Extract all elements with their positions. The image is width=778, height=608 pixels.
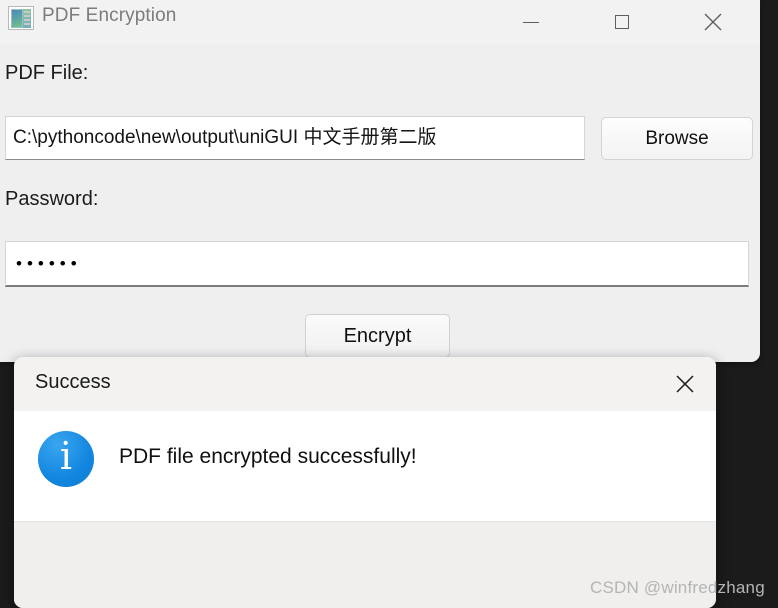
- info-icon: i: [38, 431, 94, 487]
- window-title: PDF Encryption: [42, 5, 177, 26]
- password-label: Password:: [5, 188, 99, 210]
- app-icon-line: [24, 15, 30, 17]
- maximize-button[interactable]: [599, 0, 645, 44]
- encrypt-button[interactable]: Encrypt: [305, 314, 450, 358]
- pdf-path-input[interactable]: C:\pythoncode\new\output\uniGUI 中文手册第二版: [5, 116, 585, 160]
- minimize-button[interactable]: [508, 0, 554, 44]
- dialog-title: Success: [35, 371, 111, 393]
- success-dialog: Success i PDF file encrypted successfull…: [14, 357, 716, 608]
- dialog-title-bar: Success: [14, 357, 716, 411]
- dialog-close-button[interactable]: [654, 357, 716, 411]
- maximize-icon: [615, 15, 629, 29]
- app-icon-panel: [11, 9, 23, 28]
- minimize-icon: [523, 21, 539, 23]
- dialog-content: i PDF file encrypted successfully!: [14, 411, 716, 522]
- app-icon-line: [24, 23, 30, 25]
- app-icon-line: [24, 11, 30, 13]
- close-button[interactable]: [690, 0, 736, 44]
- password-input[interactable]: ••••••: [5, 241, 749, 287]
- main-window: PDF Encryption PDF File: C:\pythoncode\n…: [0, 0, 760, 362]
- info-icon-glyph: i: [59, 434, 73, 478]
- app-window-icon: [8, 6, 34, 30]
- title-bar: PDF Encryption: [0, 0, 760, 44]
- browse-button[interactable]: Browse: [601, 117, 753, 160]
- close-icon: [704, 13, 722, 31]
- pdf-file-label: PDF File:: [5, 62, 89, 84]
- app-icon-line: [24, 19, 30, 21]
- dialog-message: PDF file encrypted successfully!: [119, 445, 417, 468]
- close-icon: [676, 375, 694, 393]
- watermark: CSDN @winfredzhang: [590, 578, 765, 597]
